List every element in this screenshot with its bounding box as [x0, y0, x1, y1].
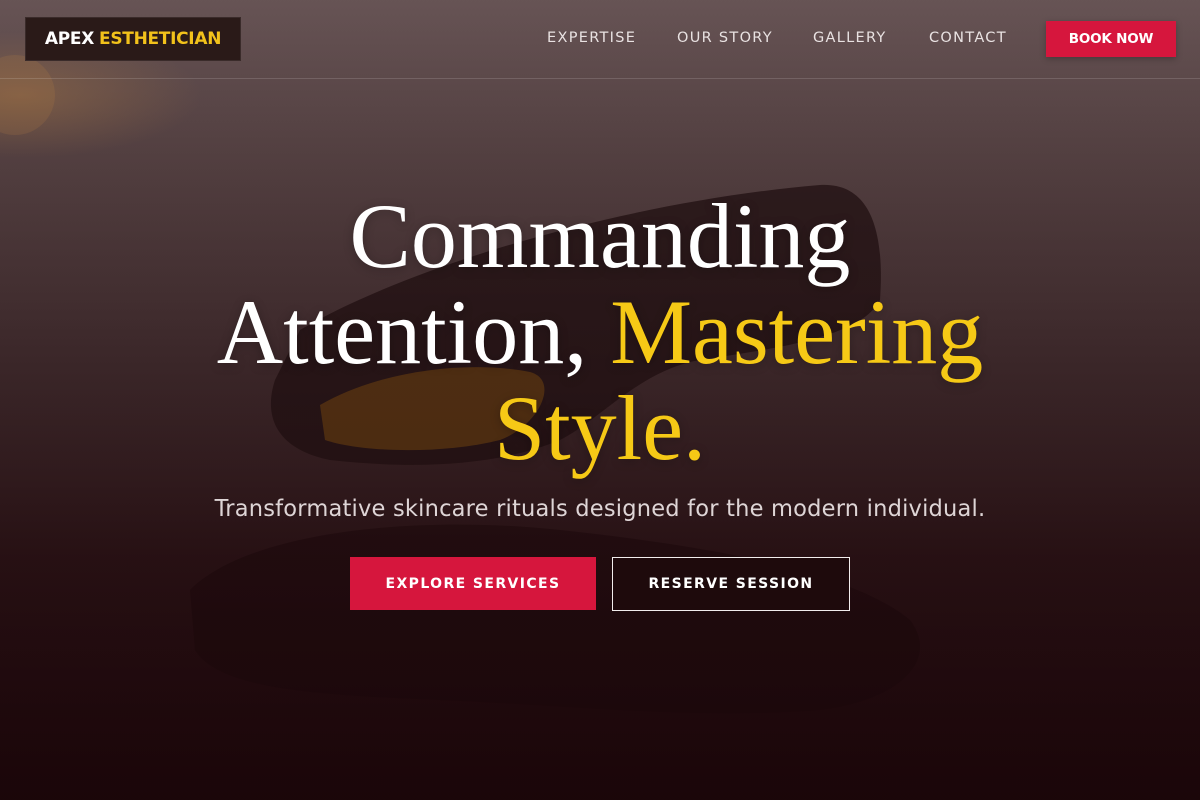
- reserve-session-button[interactable]: RESERVE SESSION: [612, 557, 850, 611]
- nav-link-our-story[interactable]: OUR STORY: [677, 29, 773, 47]
- nav-link-expertise[interactable]: EXPERTISE: [547, 29, 636, 47]
- headline-line2-white: Attention,: [216, 281, 588, 383]
- headline-line3-gold: Style.: [493, 377, 707, 479]
- nav-link-contact[interactable]: CONTACT: [929, 29, 1007, 47]
- nav-link-gallery[interactable]: GALLERY: [813, 29, 887, 47]
- logo-text-primary: APEX: [44, 29, 95, 49]
- site-logo[interactable]: APEX ESTHETICIAN: [25, 17, 241, 61]
- hero-headline: Commanding Attention, Mastering Style.: [100, 188, 1100, 476]
- explore-services-button[interactable]: EXPLORE SERVICES: [350, 557, 596, 610]
- headline-line2-gold: Mastering: [610, 281, 984, 383]
- book-now-button[interactable]: BOOK NOW: [1046, 21, 1176, 57]
- hero-subtitle: Transformative skincare rituals designed…: [214, 496, 986, 522]
- site-header: APEX ESTHETICIAN EXPERTISE OUR STORY GAL…: [0, 0, 1200, 79]
- logo-text-accent: ESTHETICIAN: [99, 29, 222, 49]
- headline-line1: Commanding: [349, 185, 851, 287]
